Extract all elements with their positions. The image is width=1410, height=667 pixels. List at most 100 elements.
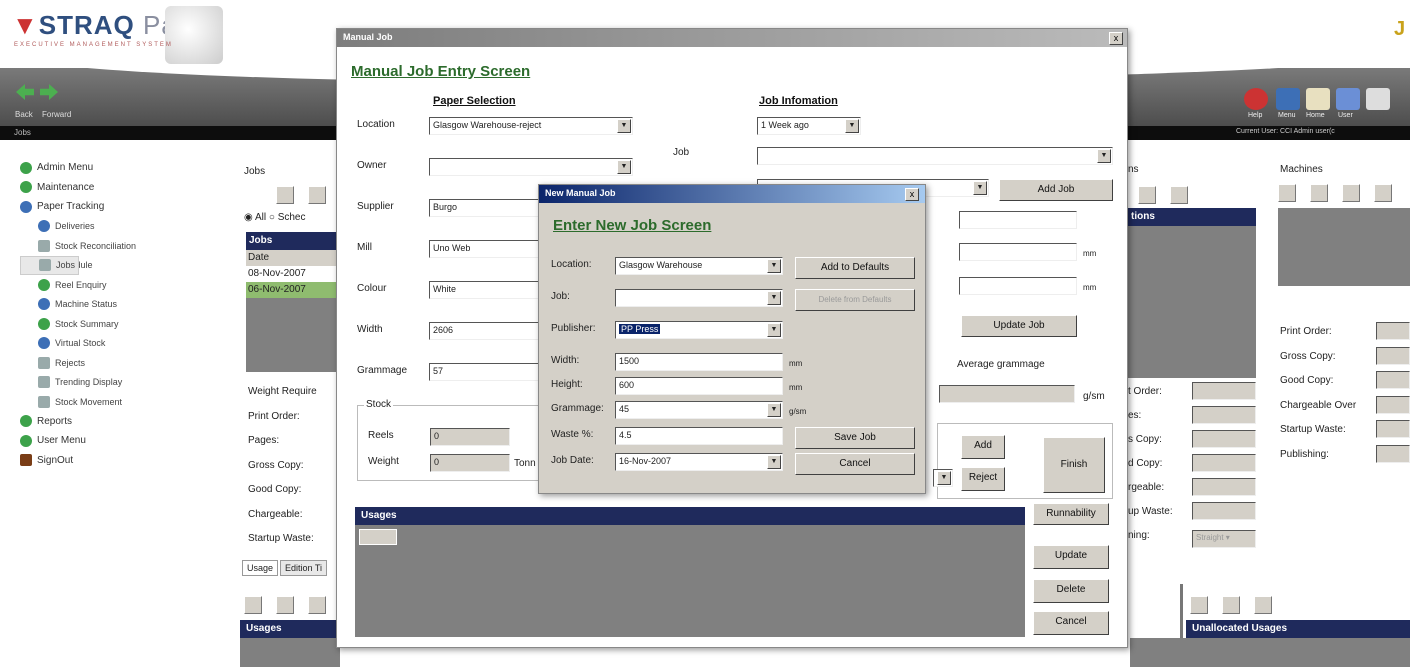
user-icon[interactable] bbox=[1336, 88, 1360, 110]
paper-field-value: Glasgow Warehouse-reject bbox=[433, 120, 542, 130]
table-row[interactable]: 08-Nov-2007 bbox=[246, 266, 346, 282]
machines-list[interactable] bbox=[1278, 208, 1410, 286]
right-list[interactable]: tions bbox=[1128, 208, 1256, 378]
help-icon[interactable] bbox=[1244, 88, 1268, 110]
sidebar-item-label: Jobs bbox=[56, 260, 76, 271]
menu-icon[interactable] bbox=[1276, 88, 1300, 110]
cancel-button[interactable]: Cancel bbox=[1033, 611, 1109, 635]
dropdown-arrow-icon[interactable]: ▼ bbox=[617, 119, 631, 133]
sidebar-item[interactable]: Stock Summary bbox=[20, 314, 240, 334]
sidebar-item[interactable]: Admin Menu bbox=[20, 158, 240, 178]
sidebar-item[interactable]: Stock Movement bbox=[20, 392, 240, 412]
straight-select[interactable]: Straight ▾ bbox=[1192, 530, 1256, 548]
new-job-close-button[interactable]: x bbox=[905, 188, 919, 201]
job-select[interactable]: ▼ bbox=[615, 289, 783, 307]
job-field-1[interactable] bbox=[959, 211, 1077, 229]
sidebar-item[interactable]: Virtual Stock bbox=[20, 334, 240, 354]
add-button[interactable]: Add bbox=[961, 435, 1005, 459]
delete-button[interactable]: Delete bbox=[1033, 579, 1109, 603]
reject-button[interactable]: Reject bbox=[961, 467, 1005, 491]
gsm-unit: g/sm bbox=[1083, 391, 1105, 402]
forward-label[interactable]: Forward bbox=[42, 110, 71, 119]
manual-job-close-button[interactable]: x bbox=[1109, 32, 1123, 45]
unalloc-icon-3[interactable] bbox=[1254, 596, 1272, 614]
extra-icon[interactable] bbox=[1366, 88, 1390, 110]
sidebar-item[interactable]: Machine Status bbox=[20, 295, 240, 315]
toolbar-icon-1[interactable] bbox=[244, 596, 262, 614]
usages-row-header[interactable] bbox=[359, 529, 397, 545]
sidebar-item-label: Stock Summary bbox=[55, 318, 119, 329]
unalloc-icon-1[interactable] bbox=[1190, 596, 1208, 614]
back-label[interactable]: Back bbox=[15, 110, 33, 119]
finish-button[interactable]: Finish bbox=[1043, 437, 1105, 493]
home-label[interactable]: Home bbox=[1306, 112, 1325, 119]
height-field[interactable]: 600 bbox=[615, 377, 783, 395]
width-unit: mm bbox=[789, 359, 803, 368]
usages-header: Usages bbox=[355, 507, 1025, 525]
sidebar-item-label: Reports bbox=[37, 415, 73, 427]
machine-icon-4[interactable] bbox=[1374, 184, 1392, 202]
radio-all[interactable]: ◉ All ○ Schec bbox=[244, 212, 305, 223]
update-job-button[interactable]: Update Job bbox=[961, 315, 1077, 337]
dropdown-arrow-icon[interactable]: ▼ bbox=[617, 160, 631, 174]
waste-field[interactable]: 4.5 bbox=[615, 427, 783, 445]
unalloc-icon-2[interactable] bbox=[1222, 596, 1240, 614]
save-icon[interactable] bbox=[308, 186, 326, 204]
help-label[interactable]: Help bbox=[1248, 112, 1262, 119]
machine-icon-3[interactable] bbox=[1342, 184, 1360, 202]
sidebar-item[interactable]: Stock Reconciliation bbox=[20, 236, 240, 256]
machine-icon-2[interactable] bbox=[1310, 184, 1328, 202]
sidebar-item[interactable]: Reports bbox=[20, 412, 240, 432]
jobs-field-label: Weight Require bbox=[248, 386, 317, 397]
grammage-select[interactable]: 45 ▼ bbox=[615, 401, 783, 419]
user-label[interactable]: User bbox=[1338, 112, 1353, 119]
sidebar-item-label: Trending Display bbox=[55, 377, 123, 388]
home-icon[interactable] bbox=[1306, 88, 1330, 110]
toolbar-icon-3[interactable] bbox=[308, 596, 326, 614]
green-circle-icon bbox=[20, 415, 32, 428]
runnability-button[interactable]: Runnability bbox=[1033, 503, 1109, 525]
usages-grid[interactable] bbox=[355, 525, 1025, 637]
sidebar-item[interactable]: Rejects bbox=[20, 353, 240, 373]
job-field-2[interactable] bbox=[959, 243, 1077, 261]
edit-icon[interactable] bbox=[276, 186, 294, 204]
job-select[interactable]: ▼ bbox=[757, 147, 1113, 165]
table-row-selected[interactable]: 06-Nov-2007 bbox=[246, 282, 346, 298]
job-date-select[interactable]: 16-Nov-2007 ▼ bbox=[615, 453, 783, 471]
job-period-select[interactable]: 1 Week ago ▼ bbox=[757, 117, 861, 135]
sidebar-item[interactable]: Trending Display bbox=[20, 373, 240, 393]
new-job-cancel-button[interactable]: Cancel bbox=[795, 453, 915, 475]
sidebar-item[interactable]: Paper Tracking bbox=[20, 197, 240, 217]
jobs-list[interactable]: Jobs Date 08-Nov-2007 06-Nov-2007 bbox=[246, 232, 346, 372]
right-edit-icon[interactable] bbox=[1138, 186, 1156, 204]
sidebar-item[interactable]: Deliveries bbox=[20, 217, 240, 237]
sidebar-item-label: Rejects bbox=[55, 357, 86, 368]
location-select[interactable]: Glasgow Warehouse ▼ bbox=[615, 257, 783, 275]
date-column-header[interactable]: Date bbox=[246, 250, 346, 266]
sidebar-item[interactable]: Reel Enquiry bbox=[20, 275, 240, 295]
add-to-defaults-button[interactable]: Add to Defaults bbox=[795, 257, 915, 279]
menu-label[interactable]: Menu bbox=[1278, 112, 1296, 119]
jobs-field-label: Gross Copy: bbox=[248, 459, 304, 471]
sidebar-item[interactable]: Jobs bbox=[20, 255, 80, 275]
right-save-icon[interactable] bbox=[1170, 186, 1188, 204]
machine-field-label: Publishing: bbox=[1280, 448, 1329, 460]
tab-edition[interactable]: Edition Ti bbox=[280, 560, 328, 576]
right-field-label: d Copy: bbox=[1128, 458, 1163, 469]
save-job-button[interactable]: Save Job bbox=[795, 427, 915, 449]
sidebar-item[interactable]: User Menu bbox=[20, 431, 240, 451]
machine-icon-1[interactable] bbox=[1278, 184, 1296, 202]
width-label: Width: bbox=[551, 355, 580, 366]
job-field-3[interactable] bbox=[959, 277, 1077, 295]
width-field[interactable]: 1500 bbox=[615, 353, 783, 371]
paper-field-select[interactable]: Glasgow Warehouse-reject ▼ bbox=[429, 117, 633, 135]
publisher-select[interactable]: PP Press ▼ bbox=[615, 321, 783, 339]
paper-field-select[interactable]: ▼ bbox=[429, 158, 633, 176]
add-job-button[interactable]: Add Job bbox=[999, 179, 1113, 201]
sidebar-item[interactable]: SignOut bbox=[20, 451, 240, 471]
sidebar-item[interactable]: Maintenance bbox=[20, 178, 240, 198]
tab-usage[interactable]: Usage bbox=[242, 560, 279, 576]
toolbar-icon-2[interactable] bbox=[276, 596, 294, 614]
update-button[interactable]: Update bbox=[1033, 545, 1109, 569]
usage-dropdown[interactable]: ▼ bbox=[933, 469, 953, 487]
